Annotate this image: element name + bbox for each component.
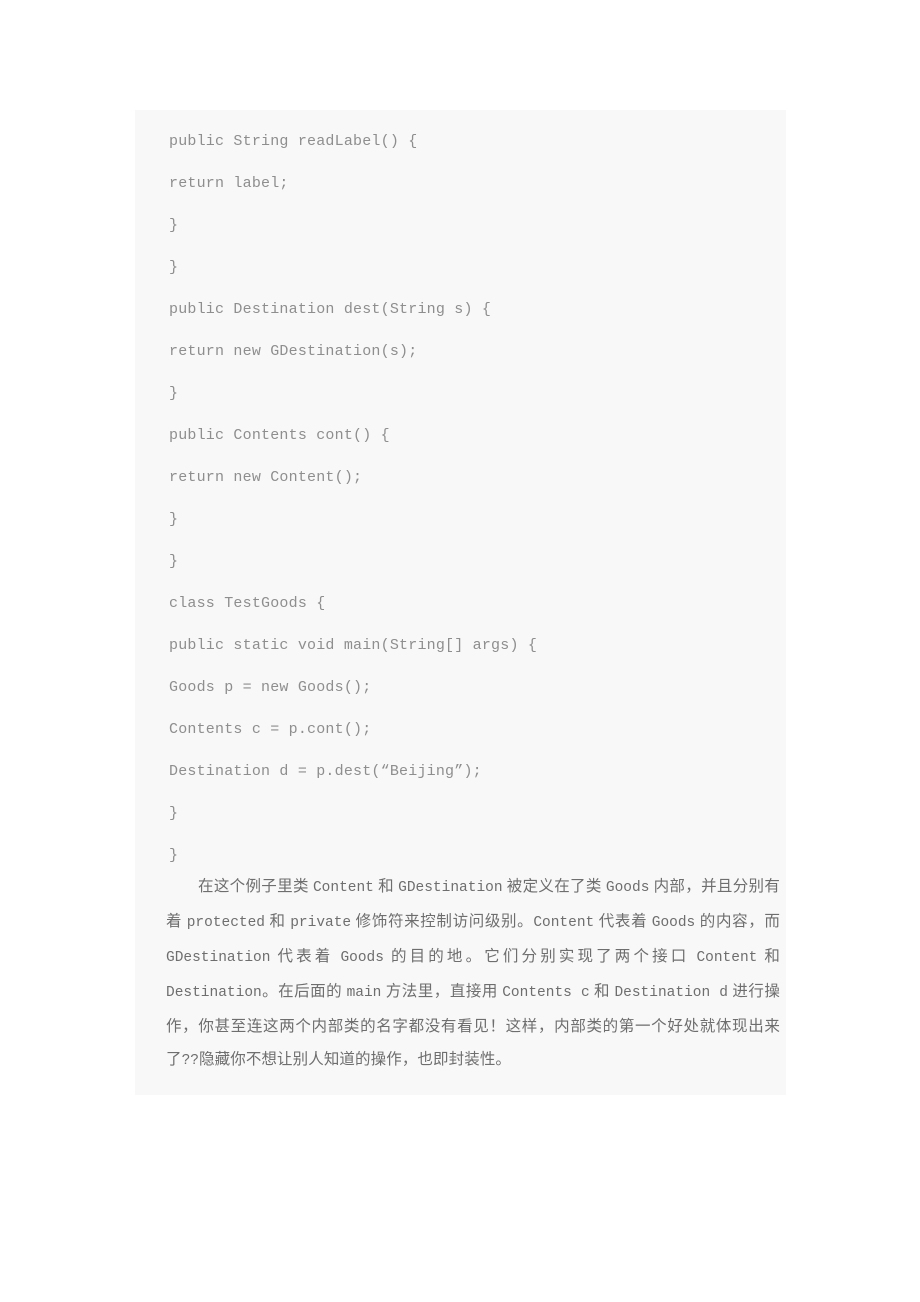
code-line: } [169, 511, 179, 528]
code-line: return label; [169, 175, 289, 192]
code-line: } [169, 217, 179, 234]
code-line: } [169, 553, 179, 570]
code-line: Goods p = new Goods(); [169, 679, 372, 696]
code-line: Contents c = p.cont(); [169, 721, 372, 738]
code-line: } [169, 259, 179, 276]
code-line: public static void main(String[] args) { [169, 637, 538, 654]
code-line: public Contents cont() { [169, 427, 390, 444]
document-page: public String readLabel() { return label… [0, 0, 920, 1302]
document-content-block: public String readLabel() { return label… [135, 110, 786, 1095]
code-line: return new Content(); [169, 469, 363, 486]
code-line: Destination d = p.dest(“Beijing”); [169, 763, 482, 780]
code-line: return new GDestination(s); [169, 343, 418, 360]
code-line: } [169, 385, 179, 402]
code-line: } [169, 805, 179, 822]
code-line: class TestGoods { [169, 595, 326, 612]
code-listing: public String readLabel() { return label… [135, 110, 786, 877]
prose-section: 在这个例子里类 Content 和 GDestination 被定义在了类 Go… [135, 870, 786, 1078]
code-line: public String readLabel() { [169, 133, 418, 150]
explanation-paragraph: 在这个例子里类 Content 和 GDestination 被定义在了类 Go… [166, 878, 780, 1069]
code-line: public Destination dest(String s) { [169, 301, 492, 318]
